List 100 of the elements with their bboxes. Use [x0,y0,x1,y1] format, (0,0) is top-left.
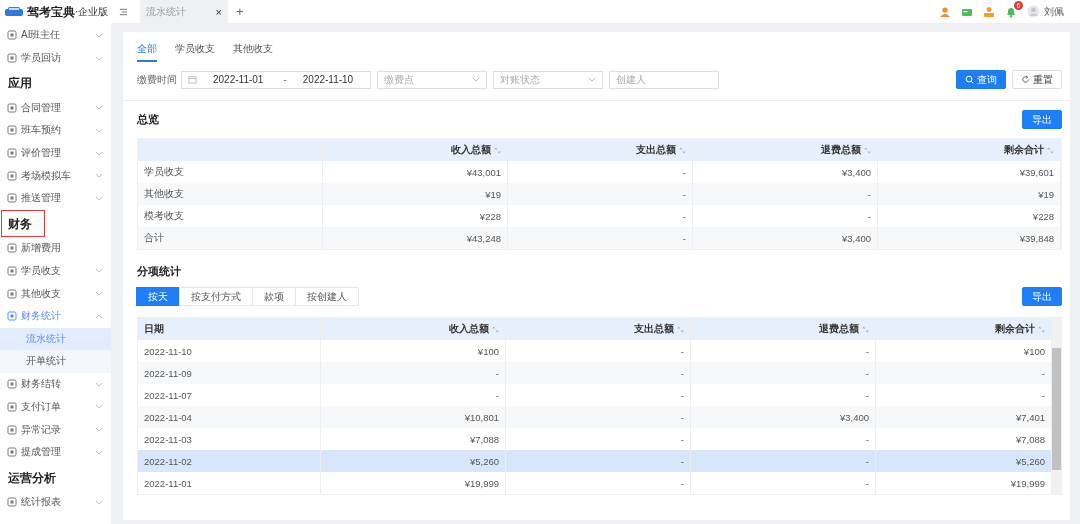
chevron-down-icon [95,195,103,201]
menu-item[interactable]: 学员回访 [0,46,111,70]
menu-icon[interactable] [119,7,128,16]
segment-button[interactable]: 按支付方式 [179,287,253,306]
add-tab-button[interactable]: + [236,4,244,19]
table-header-cell[interactable]: 收入总额 [323,139,508,161]
bell-icon[interactable] [1005,5,1017,18]
segment-button[interactable]: 按创建人 [295,287,359,306]
reset-button[interactable]: 重置 [1012,70,1062,89]
menu-item[interactable]: 新增费用 [0,236,111,260]
chevron-down-icon [588,77,596,82]
chevron-down-icon [472,77,480,82]
chevron-down-icon [95,499,103,505]
car-icon [4,6,24,18]
table-cell: - [508,227,693,249]
menu-item-icon [7,193,17,204]
sort-icon[interactable] [1038,325,1045,333]
user-icon[interactable] [939,5,951,18]
menu-item[interactable]: 班车预约 [0,119,111,142]
table-cell: 其他收支 [138,183,323,205]
menu-item[interactable]: 考场模拟车 [0,164,111,188]
calendar-icon [188,75,197,84]
menu-item-icon [7,447,17,458]
sort-icon[interactable] [864,146,871,154]
menu-item-icon [7,311,17,322]
chevron-up-icon [95,313,103,319]
close-icon[interactable]: × [215,5,222,18]
submenu-item[interactable]: 开单统计 [0,350,111,373]
menu-item-icon [7,497,17,508]
chevron-down-icon [95,32,103,38]
table-header-cell[interactable]: 支出总额 [506,318,691,340]
menu-item[interactable]: 支付订单 [0,395,111,419]
menu-item-icon [7,424,17,435]
menu-item[interactable]: 评价管理 [0,141,111,165]
export-button[interactable]: 导出 [1022,287,1062,306]
chevron-down-icon [95,55,103,61]
menu-item[interactable]: 统计报表 [0,490,111,514]
sort-icon[interactable] [862,325,869,333]
menu-item-icon [7,125,17,136]
table-header-cell[interactable]: 退费总额 [691,318,876,340]
scrollbar[interactable] [1052,318,1061,494]
menu-item-icon [7,288,17,299]
menu-group-heading: 运营分析 [7,469,57,487]
chevron-down-icon [95,291,103,297]
user-name[interactable]: 刘佩 [1044,4,1064,19]
table-row[interactable]: 2022-11-02 ¥5,260 - - ¥5,260 [138,450,1052,472]
sort-icon[interactable] [492,325,499,333]
input-field[interactable]: 创建人 [609,70,719,89]
sort-icon[interactable] [679,146,686,154]
export-button[interactable]: 导出 [1022,110,1062,129]
menu-item[interactable]: 推送管理 [0,187,111,210]
page-tab[interactable]: 流水统计 × [140,0,228,23]
menu-item-icon [7,243,17,254]
avatar-icon [1027,5,1040,18]
chevron-down-icon [95,173,103,179]
table-cell: - [508,183,693,205]
field-label: 缴费时间 [137,72,177,87]
section-title: 分项统计 [137,263,181,279]
logo-edition: ·企业版 [75,5,109,17]
table-header-cell[interactable]: 收入总额 [321,318,506,340]
menu-group-heading: 财务 [1,209,45,237]
menu-item[interactable]: 异常记录 [0,418,111,441]
menu-item[interactable]: 其他收支 [0,282,111,305]
segment-button[interactable]: 按天 [136,287,180,306]
table-row[interactable]: 2022-11-04 ¥10,801 - ¥3,400 ¥7,401 [138,406,1052,428]
chevron-down-icon [95,404,103,410]
filter-tab[interactable]: 全部 [137,42,157,62]
menu-item-icon [7,379,17,390]
menu-item-icon [7,265,17,276]
segment-button[interactable]: 款项 [252,287,296,306]
table-header-cell[interactable]: 退费总额 [693,139,878,161]
date-range-field[interactable]: 2022-11-01 - 2022-11-10 [181,70,371,89]
sort-icon[interactable] [677,325,684,333]
sort-icon[interactable] [494,146,501,154]
search-button[interactable]: 查询 [956,70,1006,89]
table-header-cell[interactable]: 支出总额 [508,139,693,161]
chevron-down-icon [95,449,103,455]
table-cell: ¥19 [878,183,1061,205]
menu-item[interactable]: 学员收支 [0,259,111,283]
menu-item[interactable]: 合同管理 [0,96,111,120]
table-header-cell[interactable]: 剩余合计 [878,139,1061,161]
table-cell: ¥43,248 [323,227,508,249]
menu-item-icon [7,102,17,113]
menu-item-icon [7,148,17,159]
menu-group-heading: 应用 [7,75,33,93]
sort-icon[interactable] [1047,146,1054,154]
chevron-down-icon [95,427,103,433]
menu-item[interactable]: 财务结转 [0,372,111,396]
menu-item-icon [7,30,17,41]
menu-item[interactable]: 提成管理 [0,441,111,464]
search-icon [965,75,974,84]
person-icon[interactable] [983,5,995,18]
filter-tab[interactable]: 其他收支 [233,42,273,62]
table-row[interactable]: 2022-11-09 - - - - [138,362,1052,384]
table-cell: ¥3,400 [693,227,878,249]
table-header-cell[interactable]: 日期 [138,318,321,340]
section-title: 总览 [137,112,159,127]
menu-item[interactable]: AI班主任 [0,24,111,47]
filter-tab[interactable]: 学员收支 [175,42,215,62]
menu-item-icon [7,53,17,64]
